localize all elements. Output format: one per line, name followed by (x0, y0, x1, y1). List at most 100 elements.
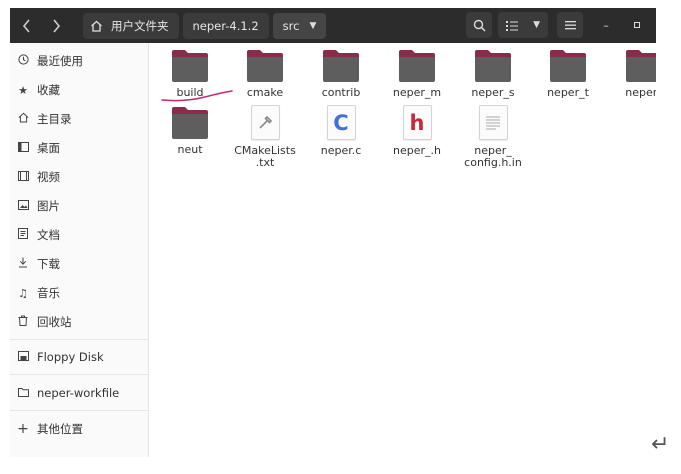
file-item-cmake[interactable]: cmake (228, 50, 302, 99)
sidebar-item-label: 下载 (37, 257, 60, 271)
view-toggle-button[interactable]: ▼ (498, 12, 548, 38)
chevron-left-icon (22, 18, 30, 33)
maximize-button[interactable] (626, 12, 648, 38)
maximize-icon (634, 22, 640, 28)
star-icon: ★ (18, 83, 28, 97)
main-menu-button[interactable] (557, 12, 583, 38)
sidebar-item-downloads[interactable]: 下载 (10, 253, 149, 275)
text-file-icon (478, 105, 508, 140)
document-icon (16, 228, 30, 242)
file-name: neper_m (392, 86, 442, 99)
file-name: CMakeLists .txt (234, 144, 296, 169)
sidebar-item-videos[interactable]: 视频 (10, 166, 149, 188)
chevron-down-icon: ▼ (533, 20, 540, 30)
sidebar-item-label: 收藏 (37, 83, 60, 97)
file-item-neper-partial[interactable]: neper_ (607, 50, 656, 99)
home-icon (16, 112, 30, 126)
file-name: neper.c (320, 144, 362, 157)
chevron-right-icon (53, 18, 61, 33)
music-icon: ♫ (18, 286, 28, 300)
file-name: neper_.h (393, 144, 441, 157)
floppy-disk-icon (16, 350, 30, 364)
sidebar-item-label: 其他位置 (37, 422, 83, 436)
sidebar-item-label: 回收站 (37, 315, 72, 329)
file-item-cmakelists[interactable]: CMakeLists .txt (228, 105, 302, 169)
sidebar-item-pictures[interactable]: 图片 (10, 195, 149, 217)
download-icon (16, 257, 30, 271)
sidebar-item-label: Floppy Disk (37, 350, 104, 364)
breadcrumb-src[interactable]: src ▼ (272, 12, 327, 39)
desktop-icon (16, 141, 30, 155)
breadcrumb-home[interactable]: 用户文件夹 (83, 12, 179, 39)
file-grid: build cmake contrib neper_m neper_s nepe… (150, 43, 656, 457)
sidebar-item-trash[interactable]: 回收站 (10, 311, 149, 333)
sidebar-item-music[interactable]: ♫ 音乐 (10, 282, 149, 304)
folder-icon (172, 50, 208, 82)
picture-icon (16, 199, 30, 213)
folder-icon (550, 50, 586, 82)
file-name: neper_ config.h.in (464, 144, 522, 169)
clock-icon (16, 54, 30, 68)
sidebar-item-label: 桌面 (37, 141, 60, 155)
forward-button[interactable] (43, 13, 69, 39)
file-name: neper_t (547, 86, 589, 99)
folder-icon (475, 50, 511, 82)
file-item-neper-t[interactable]: neper_t (531, 50, 605, 99)
sidebar-item-label: 文档 (37, 228, 60, 242)
sidebar-item-label: neper-workfile (37, 386, 120, 400)
search-icon (473, 19, 486, 32)
breadcrumb: 用户文件夹 neper-4.1.2 src ▼ (83, 12, 330, 39)
sidebar-item-other-locations[interactable]: + 其他位置 (10, 418, 149, 440)
folder-icon (172, 107, 208, 139)
minimize-button[interactable]: – (595, 12, 617, 38)
cmake-file-icon (250, 105, 280, 140)
file-item-neut[interactable]: neut (153, 107, 227, 156)
file-item-neper-m[interactable]: neper_m (380, 50, 454, 99)
file-name: cmake (246, 86, 284, 99)
video-icon (16, 170, 30, 184)
sidebar-item-desktop[interactable]: 桌面 (10, 137, 149, 159)
file-item-neper-s[interactable]: neper_s (456, 50, 530, 99)
file-name: neper_s (471, 86, 515, 99)
sidebar-item-label: 主目录 (37, 112, 72, 126)
folder-icon (16, 387, 30, 400)
sidebar-item-label: 最近使用 (37, 54, 83, 68)
sidebar-item-starred[interactable]: ★ 收藏 (10, 79, 149, 101)
folder-icon (323, 50, 359, 82)
sidebar-item-home[interactable]: 主目录 (10, 108, 149, 130)
sidebar-item-documents[interactable]: 文档 (10, 224, 149, 246)
file-item-neper-h[interactable]: h neper_.h (380, 105, 454, 157)
folder-icon (626, 50, 656, 82)
minimize-icon: – (603, 18, 609, 32)
file-item-neper-config[interactable]: neper_ config.h.in (456, 105, 530, 169)
file-name: neut (177, 143, 203, 156)
sidebar-divider (10, 374, 149, 375)
breadcrumb-label: 用户文件夹 (111, 18, 169, 33)
file-item-contrib[interactable]: contrib (304, 50, 378, 99)
sidebar: 最近使用 ★ 收藏 主目录 桌面 视频 图片 文档 下载 ♫ 音乐 回收站 Fl… (10, 43, 149, 457)
list-view-icon (506, 20, 518, 31)
file-name: neper_ (625, 86, 656, 99)
file-item-neper-c[interactable]: C neper.c (304, 105, 378, 157)
sidebar-item-neper-workfile[interactable]: neper-workfile (10, 382, 149, 404)
sidebar-divider (10, 339, 149, 340)
sidebar-item-label: 音乐 (37, 286, 60, 300)
breadcrumb-neper[interactable]: neper-4.1.2 (182, 12, 269, 39)
c-header-icon: h (402, 105, 432, 140)
hamburger-menu-icon (564, 21, 576, 30)
sidebar-item-label: 图片 (37, 199, 60, 213)
c-source-icon: C (326, 105, 356, 140)
breadcrumb-label: src (282, 18, 300, 33)
sidebar-divider (10, 410, 149, 411)
sidebar-item-label: 视频 (37, 170, 60, 184)
chevron-down-icon: ▼ (309, 20, 317, 31)
return-symbol-icon: ↵ (651, 432, 670, 457)
search-button[interactable] (466, 12, 492, 38)
folder-icon (247, 50, 283, 82)
sidebar-item-recent[interactable]: 最近使用 (10, 50, 149, 72)
back-button[interactable] (14, 13, 40, 39)
annotation-underline (161, 90, 233, 102)
sidebar-item-floppy[interactable]: Floppy Disk (10, 346, 149, 368)
trash-icon (16, 315, 30, 329)
folder-icon (399, 50, 435, 82)
